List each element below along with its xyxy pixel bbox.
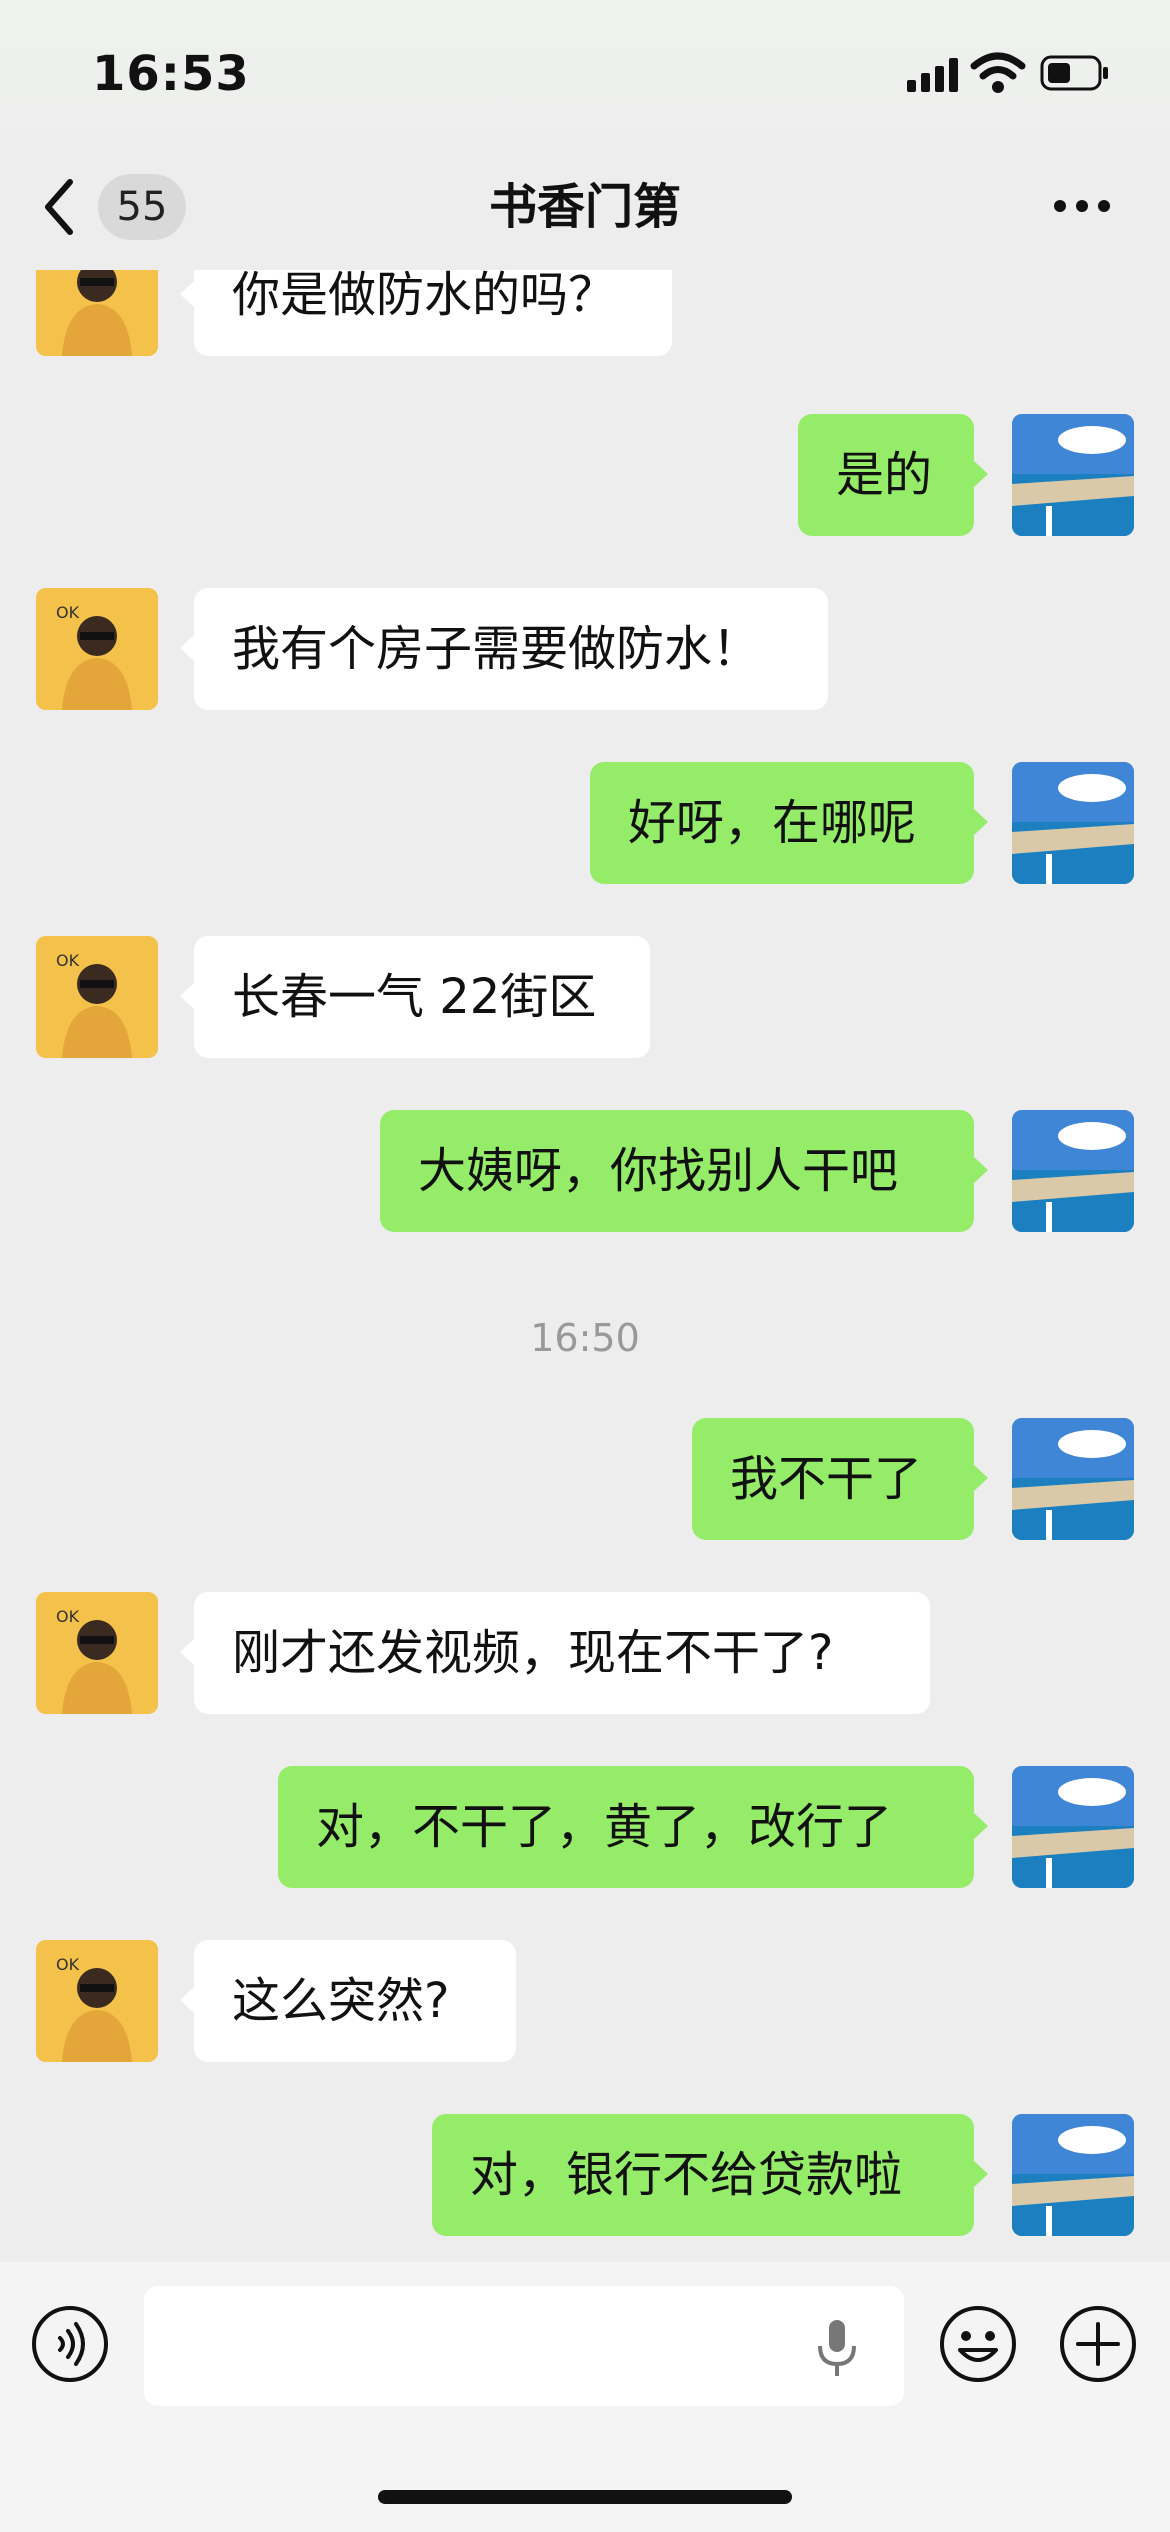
message-timestamp: 16:50 (530, 1316, 640, 1360)
wifi-icon (970, 52, 1026, 93)
svg-text:OK: OK (56, 603, 80, 622)
chat-title: 书香门第 (488, 179, 681, 235)
message-bubble[interactable]: 我不干了 (692, 1418, 988, 1540)
voice-icon[interactable] (30, 2304, 110, 2384)
message-input[interactable] (144, 2286, 904, 2406)
svg-text:OK: OK (56, 1955, 80, 1974)
avatar[interactable]: OK (36, 936, 158, 1058)
home-indicator[interactable] (378, 2490, 792, 2504)
status-time: 16:53 (92, 46, 250, 102)
message-list[interactable]: OK 你是做防水的吗？ 是的 OK 我有个房子需要做防水！ 好呀，在哪呢 OK … (0, 270, 1170, 2260)
avatar[interactable] (1012, 1110, 1134, 1232)
svg-text:OK: OK (56, 1607, 80, 1626)
avatar[interactable]: OK (36, 270, 158, 356)
battery-icon (1040, 55, 1108, 91)
avatar[interactable] (1012, 762, 1134, 884)
message-bubble[interactable]: 长春一气 22街区 (180, 936, 650, 1058)
svg-text:OK: OK (56, 951, 80, 970)
plus-icon[interactable] (1058, 2304, 1138, 2384)
message-bubble[interactable]: 好呀，在哪呢 (590, 762, 988, 884)
message-bubble[interactable]: 这么突然? (180, 1940, 516, 2062)
avatar[interactable]: OK (36, 1940, 158, 2062)
message-bubble[interactable]: 你是做防水的吗？ (180, 270, 672, 356)
message-bubble[interactable]: 刚才还发视频，现在不干了? (180, 1592, 930, 1714)
message-bubble[interactable]: 对，银行不给贷款啦 (432, 2114, 988, 2236)
avatar[interactable] (1012, 1418, 1134, 1540)
avatar[interactable]: OK (36, 1592, 158, 1714)
mic-icon[interactable] (812, 2318, 862, 2378)
avatar[interactable]: OK (36, 588, 158, 710)
emoji-icon[interactable] (938, 2304, 1018, 2384)
avatar[interactable] (1012, 2114, 1134, 2236)
cellular-signal-icon (907, 58, 958, 92)
message-bubble[interactable]: 大姨呀，你找别人干吧 (380, 1110, 988, 1232)
message-bubble[interactable]: 我有个房子需要做防水！ (180, 588, 828, 710)
status-bar: 16:53 (0, 0, 1170, 150)
more-icon[interactable] (1052, 194, 1112, 218)
avatar[interactable] (1012, 1766, 1134, 1888)
message-bubble[interactable]: 对，不干了，黄了，改行了 (278, 1766, 988, 1888)
message-bubble[interactable]: 是的 (798, 414, 988, 536)
avatar[interactable] (1012, 414, 1134, 536)
